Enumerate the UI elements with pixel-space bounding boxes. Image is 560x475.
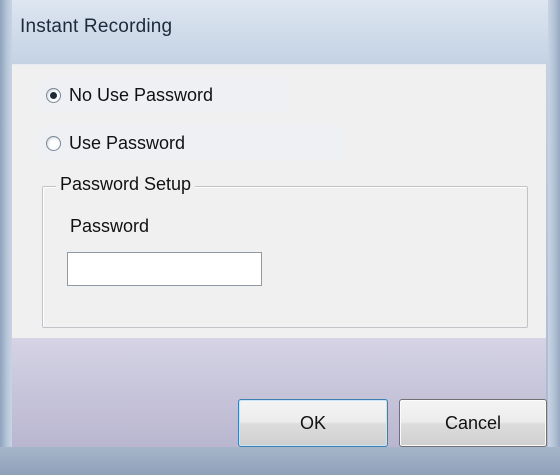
title-bar[interactable]: Instant Recording [0,0,560,64]
radio-selected-icon[interactable] [46,87,61,103]
instant-recording-dialog: Instant Recording No Use Password Use Pa… [0,0,560,475]
radio-no-use-password[interactable]: No Use Password [38,78,290,112]
bottom-window-border [0,447,560,475]
radio-use-password[interactable]: Use Password [38,126,344,160]
password-input[interactable] [67,252,262,286]
password-label: Password [70,216,150,236]
cancel-button[interactable]: Cancel [399,399,547,447]
window-title: Instant Recording [20,16,173,37]
password-setup-title: Password Setup [56,174,196,195]
left-window-border [0,0,12,475]
right-window-border [548,0,560,475]
radio-label-use-password: Use Password [69,132,186,153]
radio-label-no-use-password: No Use Password [69,84,214,105]
ok-button[interactable]: OK [238,399,388,447]
radio-unselected-icon[interactable] [46,135,61,151]
